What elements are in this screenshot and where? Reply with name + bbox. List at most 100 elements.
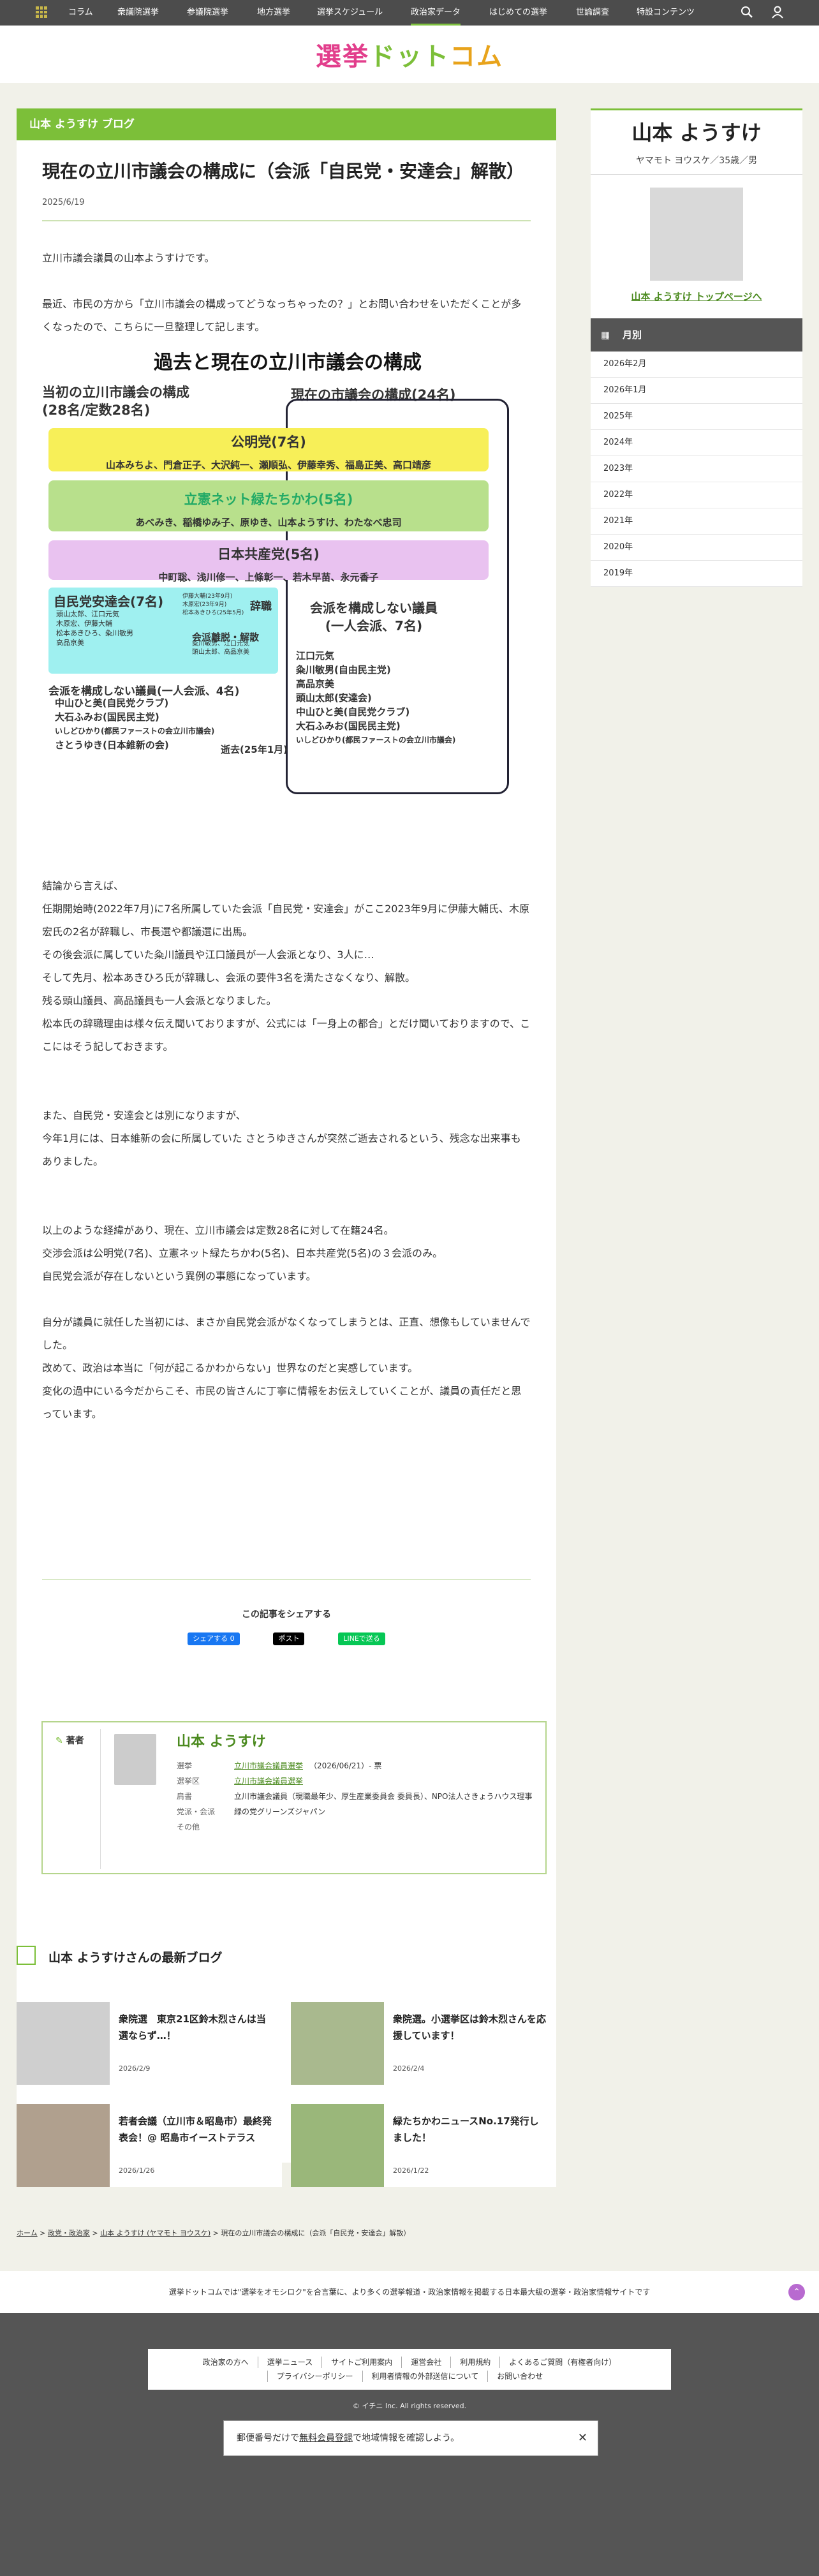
nav-special[interactable]: 特設コンテンツ <box>637 0 695 26</box>
month-archive-header: ▦ 月別 <box>591 318 802 352</box>
left-solo-members: 中山ひと美(自民党クラブ) 大石ふみお(国民民主党) いしどひかり(都民ファーストの… <box>55 697 215 751</box>
month-item[interactable]: 2019年 <box>591 561 802 587</box>
article-body-cont: 結論から言えば、 任期開始時(2022年7月)に7名所属していた会派「自民党・安達… <box>42 875 531 1426</box>
sidebar: 山本 ようすけ ヤマモト ヨウスケ／35歳／男 山本 ようすけ トップページへ … <box>591 108 802 587</box>
month-item[interactable]: 2020年 <box>591 535 802 561</box>
line-share-button[interactable]: LINEで送る <box>338 1632 385 1645</box>
blog-title-bar: 山本 ようすけ ブログ <box>17 108 556 140</box>
author-row: その他 <box>177 1823 200 1832</box>
month-item[interactable]: 2026年1月 <box>591 378 802 404</box>
footer-link[interactable]: サイトご利用案内 <box>321 2357 401 2368</box>
calendar-icon: ▦ <box>601 329 610 341</box>
blog-thumbnail <box>291 2002 384 2085</box>
month-item[interactable]: 2024年 <box>591 430 802 456</box>
paragraph: 変化の過中にいる今だからこそ、市民の皆さんに丁寧に情報をお伝えしていくことが、議… <box>42 1385 522 1420</box>
blog-card-date: 2026/1/22 <box>393 2166 429 2175</box>
blog-card-date: 2026/2/9 <box>119 2064 151 2073</box>
nav-politician-data[interactable]: 政治家データ <box>411 0 461 26</box>
profile-name: 山本 ようすけ <box>631 121 762 145</box>
resign-list: 伊藤大輔(23年9月) 木原宏(23年9月) 松本あきひろ(25年5月) <box>182 593 244 616</box>
blog-thumbnail <box>17 2002 110 2085</box>
profile-top-link[interactable]: 山本 ようすけ トップページへ <box>591 281 802 318</box>
footer-link[interactable]: 政治家の方へ <box>194 2357 258 2368</box>
komei-box: 公明党(7名) 山本みちよ、門倉正子、大沢純一、瀬順弘、伊藤幸秀、福島正美、高口… <box>48 428 489 471</box>
rikken-box: 立憲ネット緑たちかわ(5名) あべみき、稲橋ゆみ子、原ゆき、山本ようすけ、わたな… <box>48 480 489 531</box>
blog-card[interactable]: 衆院選 東京21区鈴木烈さんは当選ならず…！ 2026/2/9 <box>17 2002 282 2085</box>
pencil-icon: ✎ <box>55 1736 66 1746</box>
footer-link[interactable]: 利用規約 <box>450 2357 499 2368</box>
blog-card-title: 衆院選。小選挙区は鈴木烈さんを応援しています！ <box>393 2013 547 2041</box>
top-nav: コラム 衆議院選挙 参議院選挙 地方選挙 選挙スケジュール 政治家データ はじめ… <box>0 0 819 26</box>
latest-heading: 山本 ようすけさんの最新ブログ <box>17 1946 556 1965</box>
breadcrumb: ホーム > 政党・政治家 > 山本 ようすけ (ヤマモト ヨウスケ) > 現在の… <box>17 2229 411 2237</box>
footer-link[interactable]: プライバシーポリシー <box>267 2371 362 2382</box>
paragraph: 立川市議会議員の山本ようすけです。 <box>42 252 215 264</box>
author-details: 選挙 立川市議会議員選挙 （2026/06/21）- 票選挙区 立川市議会議員選挙 肩書… <box>177 1758 534 1835</box>
nav-first-election[interactable]: はじめての選挙 <box>489 0 547 26</box>
month-item[interactable]: 2021年 <box>591 508 802 535</box>
footer-link[interactable]: 選挙ニュース <box>257 2357 321 2368</box>
right-solo-members: 江口元気 粂川敏男(自由民主党) 高品京美 頭山太郎(安達会) 中山ひと美(自民党クラブ… <box>296 650 456 744</box>
paragraph: 残る頭山議員、高品議員も一人会派となりました。 <box>42 995 277 1007</box>
paragraph: 松本氏の辞職理由は様々伝え聞いておりますが、公式には「一身上の都合」とだけ聞いて… <box>42 1018 531 1053</box>
blog-list-icon <box>17 1946 36 1965</box>
menu-grid-icon[interactable] <box>36 6 47 18</box>
blog-card-date: 2026/2/4 <box>393 2064 425 2073</box>
blog-card-date: 2026/1/26 <box>119 2166 155 2175</box>
author-row: 肩書 立川市議会議員（現職最年少、厚生産業委員会 委員長）、NPO法人さきょうハウ… <box>177 1792 533 1801</box>
nav-shugiin[interactable]: 衆議院選挙 <box>117 0 159 26</box>
resign-label: 辞職 <box>250 600 272 613</box>
footer: 政治家の方へ 選挙ニュース サイトご利用案内 運営会社 利用規約 よくあるご質問（有権者向… <box>0 2313 819 2576</box>
facebook-share-button[interactable]: シェアする 0 <box>188 1632 240 1645</box>
blog-thumbnail <box>17 2104 110 2187</box>
author-name[interactable]: 山本 ようすけ <box>177 1730 266 1751</box>
right-solo-heading: 会派を構成しない議員 (一人会派、7名) <box>310 600 438 633</box>
nav-column[interactable]: コラム <box>68 0 93 26</box>
footer-links: 政治家の方へ 選挙ニュース サイトご利用案内 運営会社 利用規約 よくあるご質問（有権者向… <box>148 2349 671 2390</box>
diagram-title: 過去と現在の立川市議会の構成 <box>154 352 422 374</box>
footer-link[interactable]: お問い合わせ <box>487 2371 552 2382</box>
breadcrumb-person[interactable]: 山本 ようすけ (ヤマモト ヨウスケ) <box>100 2229 210 2237</box>
article-date: 2025/6/19 <box>42 198 85 207</box>
kyosan-box: 日本共産党(5名) 中町聡、浅川修一、上條彰一、若木早苗、永元香子 <box>48 540 489 583</box>
close-icon[interactable]: ✕ <box>578 2421 587 2455</box>
paragraph <box>42 1196 531 1219</box>
register-link[interactable]: 無料会員登録 <box>299 2433 353 2443</box>
paragraph: 自民党会派が存在しないという異例の事態になっています。 <box>42 1270 316 1282</box>
paragraph <box>42 1081 531 1104</box>
x-post-button[interactable]: ポスト <box>273 1632 305 1645</box>
site-logo[interactable]: 選挙ドットコム <box>316 36 503 73</box>
blog-card[interactable]: 衆院選。小選挙区は鈴木烈さんを応援しています！ 2026/2/4 <box>291 2002 556 2085</box>
breadcrumb-politicians[interactable]: 政党・政治家 <box>48 2229 90 2237</box>
footer-link[interactable]: よくあるご質問（有権者向け） <box>499 2357 625 2368</box>
paragraph <box>42 1173 531 1196</box>
footer-link[interactable]: 利用者情報の外部送信について <box>362 2371 488 2382</box>
user-icon[interactable] <box>771 5 785 19</box>
blog-card[interactable]: 緑たちかわニュースNo.17発行しました！ 2026/1/22 <box>291 2104 556 2187</box>
nav-schedule[interactable]: 選挙スケジュール <box>317 0 383 26</box>
month-item[interactable]: 2026年2月 <box>591 352 802 378</box>
footer-link[interactable]: 運営会社 <box>401 2357 450 2368</box>
profile-photo <box>650 188 743 281</box>
month-item[interactable]: 2022年 <box>591 482 802 508</box>
blog-card-title: 衆院選 東京21区鈴木烈さんは当選ならず…！ <box>119 2013 266 2041</box>
nav-sangiin[interactable]: 参議院選挙 <box>187 0 228 26</box>
paragraph: また、自民党・安達会とは別になりますが、 <box>42 1109 246 1121</box>
blog-card[interactable]: 若者会議（立川市＆昭島市）最終発表会！@ 昭島市イーストテラス 2026/1/26 <box>17 2104 282 2187</box>
jimin-box: 自民党安達会(7名) 頭山太郎、江口元気 木原宏、伊藤大輔 松本あきひろ、粂川敏男高… <box>48 588 278 674</box>
copyright: © イチニ Inc. All rights reserved. <box>352 2402 467 2410</box>
breadcrumb-home[interactable]: ホーム <box>17 2229 38 2237</box>
footer-tagline: 選挙ドットコムでは"選挙をオモシロク"を合言葉に、より多くの選挙報道・政治家情報… <box>0 2271 819 2313</box>
month-item[interactable]: 2023年 <box>591 456 802 482</box>
latest-blogs: 山本 ようすけさんの最新ブログ 衆院選 東京21区鈴木烈さんは当選ならず…！ 20… <box>17 1946 556 2187</box>
paragraph: 任期開始時(2022年7月)に7名所属していた会派「自民党・安達会」がここ202… <box>42 903 529 938</box>
nav-poll[interactable]: 世論調査 <box>576 0 609 26</box>
nav-local[interactable]: 地方選挙 <box>257 0 290 26</box>
paragraph: その後会派に属していた粂川議員や江口議員が一人会派となり、3人に… <box>42 949 374 961</box>
month-item[interactable]: 2025年 <box>591 404 802 430</box>
council-diagram: 過去と現在の立川市議会の構成 当初の立川市議会の構成 (28名/定数28名) 現在… <box>42 352 533 798</box>
back-to-top-button[interactable]: ⌃ <box>788 2284 805 2300</box>
paragraph: 以上のような経緯があり、現在、立川市議会は定数28名に対して在籍24名。 <box>42 1224 394 1236</box>
article-title: 現在の立川市議会の構成に（会派「自民党・安達会」解散） <box>42 161 525 182</box>
search-icon[interactable] <box>740 5 754 19</box>
